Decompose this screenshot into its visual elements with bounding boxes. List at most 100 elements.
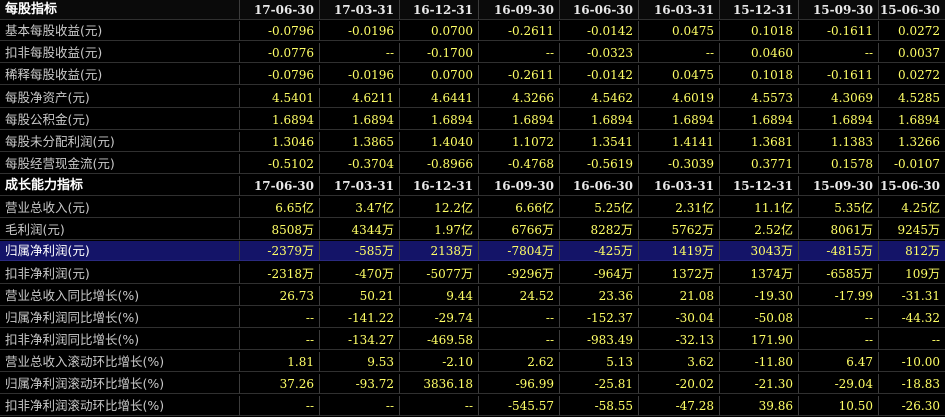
- table-cell-value: 4.5462: [560, 88, 639, 108]
- table-cell-value: -31.31: [879, 286, 945, 306]
- table-cell-value: 21.08: [639, 286, 720, 306]
- table-row[interactable]: 归属净利润滚动环比增长(%) 37.26 -93.72 3836.18 -96.99 -2…: [0, 374, 945, 394]
- row-label: 扣非净利润(元): [0, 264, 240, 284]
- table-row[interactable]: 扣非净利润滚动环比增长(%) -- -- -- -545.57 -58.55 -47.28 3…: [0, 396, 945, 416]
- table-cell-value: 0.0700: [400, 65, 479, 85]
- table-row[interactable]: 每股未分配利润(元) 1.3046 1.3865 1.4040 1.1072 1.3541…: [0, 132, 945, 152]
- column-header-date[interactable]: 16-09-30: [479, 176, 560, 196]
- table-cell-value: 1419万: [639, 241, 720, 261]
- table-cell-value: 1.97亿: [400, 220, 479, 240]
- table-cell-value: --: [240, 330, 320, 350]
- table-cell-value: --: [639, 43, 720, 63]
- table-cell-value: --: [799, 43, 879, 63]
- column-header-date[interactable]: 16-09-30: [479, 0, 560, 20]
- table-cell-value: -425万: [560, 241, 639, 261]
- column-header-date[interactable]: 15-06-30: [879, 0, 945, 20]
- table-row[interactable]: 营业总收入(元) 6.65亿 3.47亿 12.2亿 6.66亿 5.25亿 2.31亿 11…: [0, 198, 945, 218]
- row-label: 扣非每股收益(元): [0, 43, 240, 63]
- table-cell-value: --: [479, 330, 560, 350]
- table-row[interactable]: 营业总收入滚动环比增长(%) 1.81 9.53 -2.10 2.62 5.13 3.62-…: [0, 352, 945, 372]
- table-cell-value: 109万: [879, 264, 945, 284]
- table-cell-value: 5.25亿: [560, 198, 639, 218]
- table-cell-value: 4344万: [320, 220, 400, 240]
- table-cell-value: -10.00: [879, 352, 945, 372]
- column-header-date[interactable]: 15-09-30: [799, 0, 879, 20]
- column-header-date[interactable]: 15-12-31: [720, 0, 799, 20]
- table-row[interactable]: 扣非每股收益(元) -0.0776 -- -0.1700 -- -0.0323 -- 0.04…: [0, 43, 945, 63]
- table-cell-value: -0.5102: [240, 154, 320, 174]
- table-cell-value: -0.2611: [479, 65, 560, 85]
- column-header-date[interactable]: 16-03-31: [639, 0, 720, 20]
- table-cell-value: 1.6894: [720, 110, 799, 130]
- table-cell-value: --: [320, 396, 400, 416]
- table-row[interactable]: 营业总收入同比增长(%) 26.73 50.21 9.44 24.52 23.36 21.0…: [0, 286, 945, 306]
- row-label: 毛利润(元): [0, 220, 240, 240]
- table-cell-value: 6.47: [799, 352, 879, 372]
- column-header-date[interactable]: 17-03-31: [320, 0, 400, 20]
- table-cell-value: 4.3069: [799, 88, 879, 108]
- table-cell-value: -134.27: [320, 330, 400, 350]
- section-header-row: 成长能力指标 17-06-30 17-03-31 16-12-31 16-09-30 16…: [0, 176, 945, 196]
- section-title: 成长能力指标: [0, 176, 240, 196]
- table-cell-value: -0.2611: [479, 21, 560, 41]
- table-cell-value: 1.1383: [799, 132, 879, 152]
- table-cell-value: 1.6894: [879, 110, 945, 130]
- table-cell-value: -0.3704: [320, 154, 400, 174]
- column-header-date[interactable]: 16-06-30: [560, 176, 639, 196]
- table-row[interactable]: 每股净资产(元) 4.5401 4.6211 4.6441 4.3266 4.5462 4.…: [0, 88, 945, 108]
- table-cell-value: -93.72: [320, 374, 400, 394]
- table-row[interactable]: 稀释每股收益(元) -0.0796 -0.0196 0.0700 -0.2611 -0.0…: [0, 65, 945, 85]
- table-cell-value: -47.28: [639, 396, 720, 416]
- table-cell-value: --: [320, 43, 400, 63]
- table-row[interactable]: 归属净利润(元) -2379万 -585万 2138万 -7804万 -425万 1419万…: [0, 241, 945, 261]
- table-cell-value: -0.5619: [560, 154, 639, 174]
- table-cell-value: -0.0142: [560, 65, 639, 85]
- column-header-date[interactable]: 15-12-31: [720, 176, 799, 196]
- row-label: 营业总收入滚动环比增长(%): [0, 352, 240, 372]
- table-cell-value: 1.6894: [400, 110, 479, 130]
- table-cell-value: -30.04: [639, 308, 720, 328]
- table-cell-value: -0.0107: [879, 154, 945, 174]
- table-row[interactable]: 每股公积金(元) 1.6894 1.6894 1.6894 1.6894 1.6894 1.…: [0, 110, 945, 130]
- table-cell-value: 0.0460: [720, 43, 799, 63]
- table-cell-value: -0.0196: [320, 21, 400, 41]
- table-cell-value: 812万: [879, 241, 945, 261]
- table-cell-value: -469.58: [400, 330, 479, 350]
- row-label: 基本每股收益(元): [0, 21, 240, 41]
- table-row[interactable]: 扣非净利润同比增长(%) -- -134.27 -469.58 -- -983.49 -32…: [0, 330, 945, 350]
- table-cell-value: -2379万: [240, 241, 320, 261]
- column-header-date[interactable]: 17-03-31: [320, 176, 400, 196]
- table-cell-value: -4815万: [799, 241, 879, 261]
- table-cell-value: -545.57: [479, 396, 560, 416]
- table-cell-value: -152.37: [560, 308, 639, 328]
- table-cell-value: 0.1018: [720, 21, 799, 41]
- column-header-date[interactable]: 17-06-30: [240, 176, 320, 196]
- table-cell-value: -19.30: [720, 286, 799, 306]
- table-cell-value: -0.0323: [560, 43, 639, 63]
- table-row[interactable]: 毛利润(元) 8508万 4344万 1.97亿 6766万 8282万 5762万 2.52…: [0, 220, 945, 240]
- table-row[interactable]: 基本每股收益(元) -0.0796 -0.0196 0.0700 -0.2611 -0.0…: [0, 21, 945, 41]
- column-header-date[interactable]: 16-12-31: [400, 176, 479, 196]
- table-cell-value: 9245万: [879, 220, 945, 240]
- column-header-date[interactable]: 15-09-30: [799, 176, 879, 196]
- table-row[interactable]: 归属净利润同比增长(%) -- -141.22 -29.74 -- -152.37 -30.…: [0, 308, 945, 328]
- table-cell-value: 9.53: [320, 352, 400, 372]
- table-cell-value: -2.10: [400, 352, 479, 372]
- table-cell-value: --: [400, 396, 479, 416]
- column-header-date[interactable]: 15-06-30: [879, 176, 945, 196]
- table-cell-value: -585万: [320, 241, 400, 261]
- table-row[interactable]: 扣非净利润(元) -2318万 -470万 -5077万 -9296万 -964万 1372…: [0, 264, 945, 284]
- row-label: 营业总收入(元): [0, 198, 240, 218]
- table-cell-value: --: [799, 330, 879, 350]
- column-header-date[interactable]: 16-12-31: [400, 0, 479, 20]
- column-header-date[interactable]: 16-03-31: [639, 176, 720, 196]
- table-row[interactable]: 每股经营现金流(元) -0.5102 -0.3704 -0.8966 -0.4768 -0…: [0, 154, 945, 174]
- table-cell-value: -964万: [560, 264, 639, 284]
- section-title: 每股指标: [0, 0, 240, 20]
- column-header-date[interactable]: 17-06-30: [240, 0, 320, 20]
- table-cell-value: 3043万: [720, 241, 799, 261]
- table-cell-value: -32.13: [639, 330, 720, 350]
- column-header-date[interactable]: 16-06-30: [560, 0, 639, 20]
- table-cell-value: 0.0037: [879, 43, 945, 63]
- table-cell-value: 3.47亿: [320, 198, 400, 218]
